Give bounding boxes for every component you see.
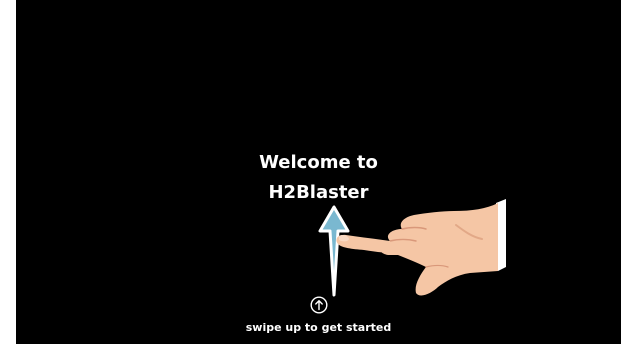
welcome-line-1: Welcome to — [259, 152, 378, 173]
swipe-hint: swipe up to get started — [245, 321, 392, 334]
arrow-up-circle-icon[interactable] — [310, 296, 328, 314]
app-screen[interactable]: Welcome to H2Blaster swipe up to get sta… — [16, 0, 621, 344]
arrow-up-outline-icon — [318, 205, 350, 297]
pointing-hand-icon — [336, 199, 506, 296]
swipe-gesture-illustration — [318, 199, 506, 297]
